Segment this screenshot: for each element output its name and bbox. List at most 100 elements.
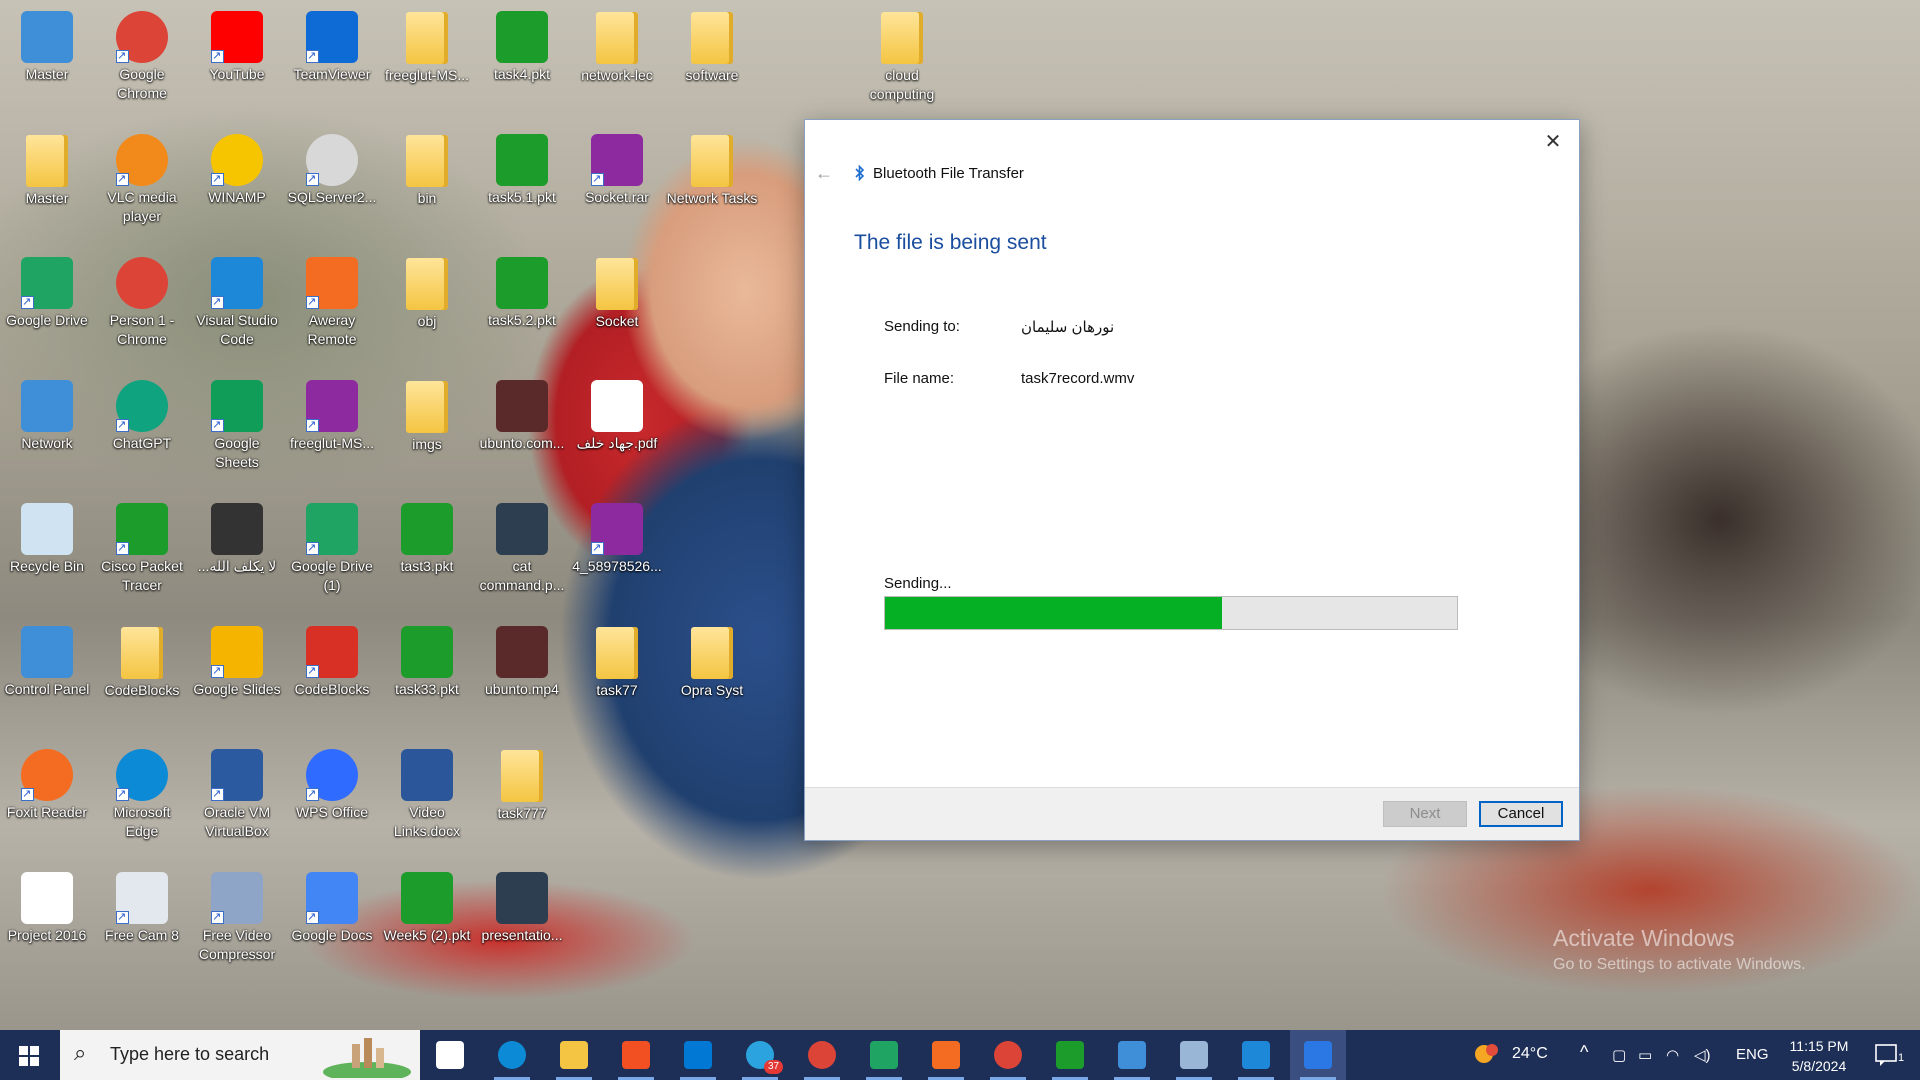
desktop-icon[interactable]: task77 xyxy=(571,617,663,737)
desktop-icon[interactable]: software xyxy=(666,2,758,122)
taskbar-app-button[interactable] xyxy=(918,1030,974,1080)
desktop-icon[interactable]: YouTube xyxy=(191,2,283,122)
desktop-icon[interactable]: Microsoft Edge xyxy=(96,740,188,860)
taskbar-app-button[interactable] xyxy=(670,1030,726,1080)
taskbar-app-button[interactable] xyxy=(1228,1030,1284,1080)
desktop-icon[interactable]: Recycle Bin xyxy=(1,494,93,614)
clock[interactable]: 11:15 PM 5/8/2024 xyxy=(1774,1036,1864,1076)
chrome-profile-icon xyxy=(116,257,168,309)
desktop-icon[interactable]: CodeBlocks xyxy=(286,617,378,737)
desktop-icon[interactable]: task777 xyxy=(476,740,568,860)
desktop-icon[interactable]: Aweray Remote xyxy=(286,248,378,368)
desktop-icon[interactable]: ubunto.mp4 xyxy=(476,617,568,737)
desktop-icon[interactable]: WINAMP xyxy=(191,125,283,245)
taskbar-app-button[interactable] xyxy=(1166,1030,1222,1080)
weather-temperature[interactable]: 24°C xyxy=(1512,1045,1548,1063)
desktop-icon[interactable]: Google Sheets xyxy=(191,371,283,491)
taskbar-app-button[interactable] xyxy=(856,1030,912,1080)
folder-icon xyxy=(406,12,448,64)
folder-icon xyxy=(121,627,163,679)
taskbar-app-button[interactable] xyxy=(422,1030,478,1080)
desktop-icon[interactable]: Google Docs xyxy=(286,863,378,983)
desktop-icon[interactable]: freeglut-MS... xyxy=(381,2,473,122)
back-arrow-icon[interactable]: ← xyxy=(815,163,833,184)
taskbar-app-button[interactable] xyxy=(1290,1030,1346,1080)
volume-icon[interactable]: ◁) xyxy=(1694,1046,1711,1064)
desktop-icon[interactable]: Control Panel xyxy=(1,617,93,737)
taskbar-app-button[interactable] xyxy=(794,1030,850,1080)
battery-icon[interactable]: ▭ xyxy=(1638,1046,1652,1064)
desktop-icon[interactable]: task5.1.pkt xyxy=(476,125,568,245)
desktop-icon[interactable]: bin xyxy=(381,125,473,245)
desktop-icon[interactable]: ...لا يكلف الله xyxy=(191,494,283,614)
desktop-icon[interactable]: ChatGPT xyxy=(96,371,188,491)
next-button[interactable]: Next xyxy=(1383,801,1467,827)
dialog-heading: The file is being sent xyxy=(854,231,1047,254)
desktop-icon[interactable]: Week5 (2).pkt xyxy=(381,863,473,983)
taskbar-app-button[interactable] xyxy=(1042,1030,1098,1080)
desktop-icon[interactable]: Network xyxy=(1,371,93,491)
desktop-icon[interactable]: CodeBlocks xyxy=(96,617,188,737)
notification-count: 1 xyxy=(1898,1052,1905,1064)
desktop-icon[interactable]: TeamViewer xyxy=(286,2,378,122)
desktop-icon[interactable]: Master xyxy=(1,2,93,122)
desktop-icon[interactable]: Person 1 - Chrome xyxy=(96,248,188,368)
desktop-icon[interactable]: Master xyxy=(1,125,93,245)
desktop-icon[interactable]: obj xyxy=(381,248,473,368)
desktop-icon[interactable]: network-lec xyxy=(571,2,663,122)
desktop-icon[interactable]: Free Video Compressor xyxy=(191,863,283,983)
taskbar-app-button[interactable] xyxy=(608,1030,664,1080)
desktop-icon[interactable]: Visual Studio Code xyxy=(191,248,283,368)
weather-icon[interactable] xyxy=(1472,1042,1502,1072)
desktop-icon[interactable]: ubunto.com... xyxy=(476,371,568,491)
desktop-icon[interactable]: presentatio... xyxy=(476,863,568,983)
show-hidden-icons-icon[interactable]: ^ xyxy=(1580,1042,1588,1063)
desktop-icon[interactable]: Foxit Reader xyxy=(1,740,93,860)
taskbar-app-button[interactable] xyxy=(980,1030,1036,1080)
google-drive-icon xyxy=(21,257,73,312)
taskbar-app-button[interactable] xyxy=(1104,1030,1160,1080)
taskbar-app-button[interactable] xyxy=(546,1030,602,1080)
meet-now-icon[interactable]: ▢ xyxy=(1612,1046,1626,1064)
language-indicator[interactable]: ENG xyxy=(1736,1046,1769,1063)
desktop-icon[interactable]: جهاد خلف.pdf xyxy=(571,371,663,491)
taskbar-search[interactable]: ⌕ Type here to search xyxy=(60,1030,420,1080)
desktop-icon[interactable]: Free Cam 8 xyxy=(96,863,188,983)
close-icon[interactable]: ✕ xyxy=(1539,128,1567,156)
desktop-icon[interactable]: 4_58978526... xyxy=(571,494,663,614)
desktop-icon[interactable]: Socket.rar xyxy=(571,125,663,245)
desktop-icon[interactable]: task5.2.pkt xyxy=(476,248,568,368)
desktop-icon[interactable]: SQLServer2... xyxy=(286,125,378,245)
edge-icon xyxy=(498,1041,526,1069)
desktop-icon[interactable]: Socket xyxy=(571,248,663,368)
desktop-icon[interactable]: cat command.p... xyxy=(476,494,568,614)
desktop-icon[interactable]: Google Slides xyxy=(191,617,283,737)
desktop-icon[interactable]: Google Chrome xyxy=(96,2,188,122)
desktop-icon[interactable]: freeglut-MS... xyxy=(286,371,378,491)
desktop-icon[interactable]: task4.pkt xyxy=(476,2,568,122)
desktop-icon[interactable]: task33.pkt xyxy=(381,617,473,737)
activate-title: Activate Windows xyxy=(1553,925,1735,951)
desktop-icon[interactable]: WPS Office xyxy=(286,740,378,860)
desktop-icon[interactable]: imgs xyxy=(381,371,473,491)
desktop-icon[interactable]: cloud computing xyxy=(856,2,948,122)
image-file-icon xyxy=(496,503,548,555)
start-button[interactable] xyxy=(0,1030,58,1080)
cancel-button[interactable]: Cancel xyxy=(1479,801,1563,827)
taskbar-app-button[interactable] xyxy=(484,1030,540,1080)
desktop-icon[interactable]: Network Tasks xyxy=(666,125,758,245)
wifi-icon[interactable]: ◠ xyxy=(1666,1046,1679,1064)
desktop-icon[interactable]: Google Drive (1) xyxy=(286,494,378,614)
taskbar-app-button[interactable]: 37 xyxy=(732,1030,788,1080)
desktop-icon[interactable]: tast3.pkt xyxy=(381,494,473,614)
desktop-icon-label: task4.pkt xyxy=(493,66,551,82)
notification-center-button[interactable]: 1 xyxy=(1868,1040,1908,1070)
desktop-icon-label: Foxit Reader xyxy=(6,804,88,820)
desktop-icon[interactable]: Cisco Packet Tracer xyxy=(96,494,188,614)
desktop-icon[interactable]: Project 2016 xyxy=(1,863,93,983)
desktop-icon[interactable]: Opra Syst xyxy=(666,617,758,737)
desktop-icon[interactable]: Oracle VM VirtualBox xyxy=(191,740,283,860)
desktop-icon[interactable]: VLC media player xyxy=(96,125,188,245)
desktop-icon[interactable]: Video Links.docx xyxy=(381,740,473,860)
desktop-icon[interactable]: Google Drive xyxy=(1,248,93,368)
